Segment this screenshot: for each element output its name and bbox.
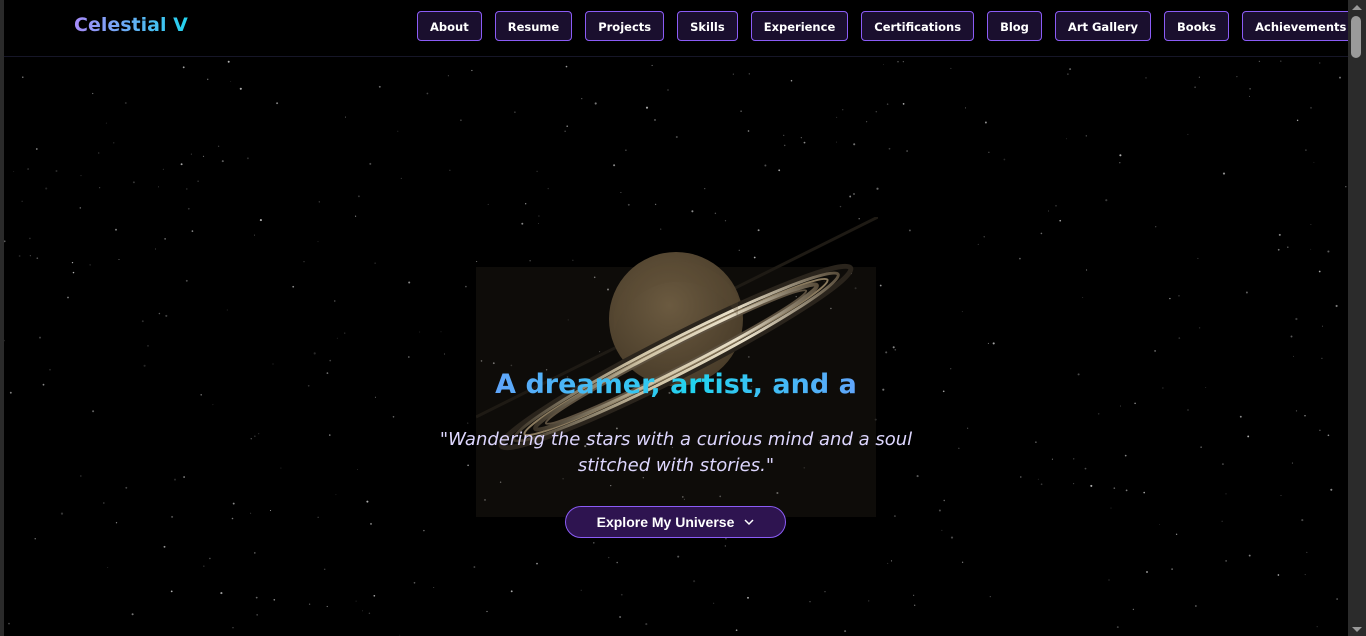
nav-link-books[interactable]: Books: [1164, 11, 1230, 41]
nav-link-art-gallery[interactable]: Art Gallery: [1054, 11, 1152, 41]
main-nav: About Resume Projects Skills Experience …: [417, 11, 1348, 41]
nav-link-skills[interactable]: Skills: [677, 11, 738, 41]
scroll-down-arrow-icon[interactable]: [1352, 627, 1362, 632]
nav-link-experience[interactable]: Experience: [750, 11, 849, 41]
nav-link-projects[interactable]: Projects: [585, 11, 665, 41]
hero-section: A dreamer, artist, and a "Wandering the …: [4, 57, 1348, 636]
nav-link-certifications[interactable]: Certifications: [861, 11, 975, 41]
hero-headline: A dreamer, artist, and a: [495, 369, 857, 401]
chevron-down-icon: [744, 516, 754, 528]
nav-link-resume[interactable]: Resume: [494, 11, 573, 41]
site-logo[interactable]: Celestial V: [74, 14, 188, 36]
nav-link-about[interactable]: About: [417, 11, 482, 41]
hero-tagline: "Wandering the stars with a curious mind…: [439, 429, 913, 476]
nav-link-blog[interactable]: Blog: [987, 11, 1042, 41]
explore-button-label: Explore My Universe: [596, 514, 735, 530]
page: Celestial V About Resume Projects Skills…: [4, 0, 1348, 636]
explore-universe-button[interactable]: Explore My Universe: [565, 506, 786, 538]
scrollbar-thumb[interactable]: [1351, 16, 1361, 58]
nav-link-achievements[interactable]: Achievements: [1242, 11, 1348, 41]
vertical-scrollbar[interactable]: [1348, 0, 1366, 636]
top-navbar: Celestial V About Resume Projects Skills…: [4, 0, 1348, 57]
scroll-up-arrow-icon[interactable]: [1352, 5, 1362, 10]
browser-viewport: Celestial V About Resume Projects Skills…: [0, 0, 1366, 636]
